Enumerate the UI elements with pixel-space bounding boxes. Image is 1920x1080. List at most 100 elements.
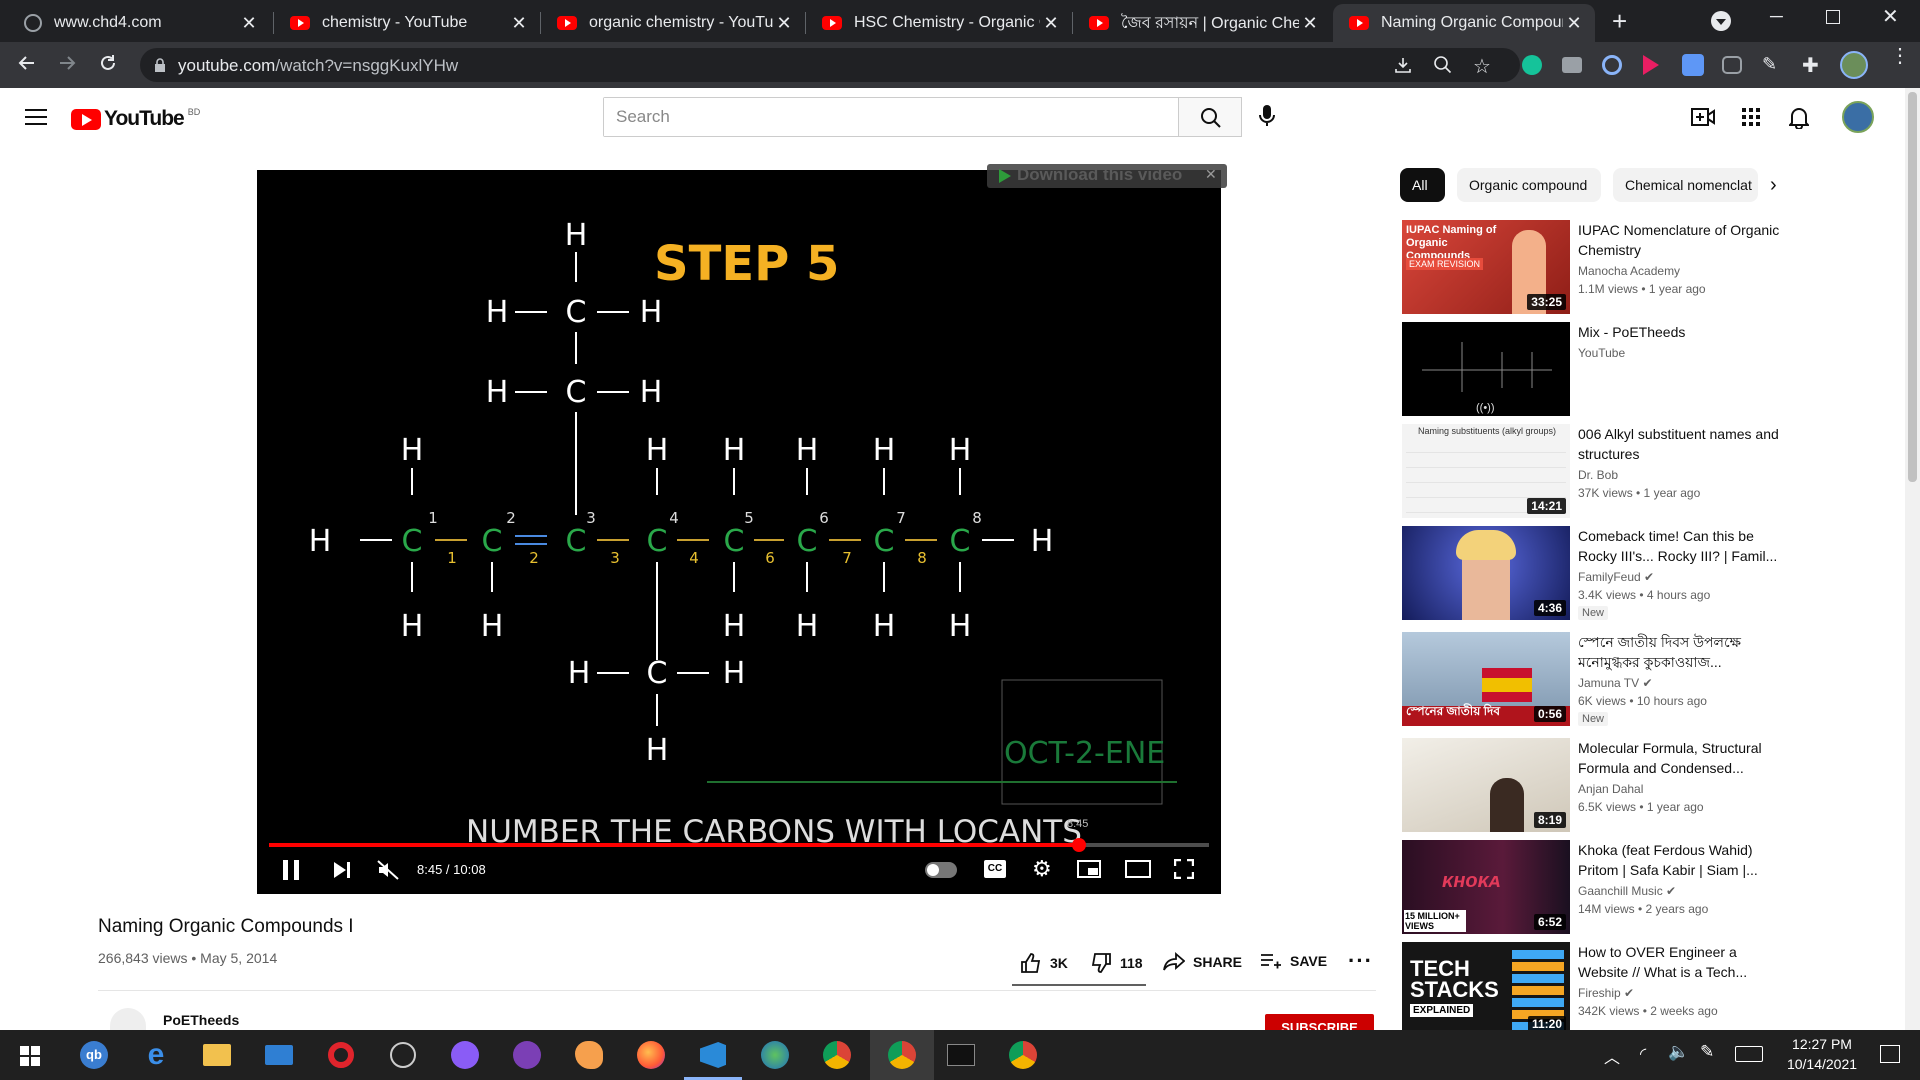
hamburger-menu-icon[interactable] xyxy=(25,109,47,125)
account-avatar[interactable] xyxy=(1842,101,1874,133)
recommendation-item[interactable]: IUPAC Naming of Organic Compounds EXAM R… xyxy=(1402,220,1872,316)
theater-mode-icon[interactable] xyxy=(1125,860,1151,878)
recommendation-item[interactable]: Naming substituents (alkyl groups) 14:21… xyxy=(1402,424,1872,520)
channel-name[interactable]: PoETheeds xyxy=(163,1012,239,1028)
recommendation-item[interactable]: TECH STACKS EXPLAINED 11:20 How to OVER … xyxy=(1402,942,1872,1030)
chip-all[interactable]: All xyxy=(1400,168,1445,202)
taskbar-clock[interactable]: 12:27 PM 10/14/2021 xyxy=(1772,1034,1872,1074)
settings-gear-icon[interactable]: ⚙ xyxy=(1032,858,1052,880)
download-banner-close-icon[interactable]: ✕ xyxy=(1205,166,1217,183)
tab-close-icon[interactable]: ✕ xyxy=(773,13,795,34)
screen-extension-icon[interactable] xyxy=(1722,56,1742,74)
create-video-icon[interactable] xyxy=(1691,106,1715,128)
volume-icon[interactable]: 🔈 xyxy=(1668,1042,1689,1062)
tab-chemistry[interactable]: chemistry - YouTube ✕ xyxy=(274,4,540,42)
tab-close-icon[interactable]: ✕ xyxy=(508,13,530,34)
address-bar[interactable]: youtube.com/watch?v=nsggKuxlYHw ☆ xyxy=(140,48,1520,82)
mail-icon[interactable] xyxy=(262,1038,296,1072)
tab-search-icon[interactable] xyxy=(1711,11,1731,31)
chips-next-icon[interactable]: › xyxy=(1770,174,1777,197)
tab-close-icon[interactable]: ✕ xyxy=(1040,13,1062,34)
chrome-profile-icon[interactable] xyxy=(1006,1038,1040,1072)
closed-captions-icon[interactable]: CC xyxy=(984,860,1006,878)
show-hidden-icons-icon[interactable]: ︿ xyxy=(1604,1044,1620,1068)
back-icon[interactable] xyxy=(16,52,38,74)
notification-center-icon[interactable] xyxy=(1880,1045,1900,1063)
reload-icon[interactable] xyxy=(97,52,119,74)
globe-app-icon[interactable] xyxy=(758,1038,792,1072)
dislike-button[interactable]: 118 xyxy=(1090,952,1143,974)
recommendation-item[interactable]: ᴋʜᴏᴋᴀ 15 MILLION+ VIEWS 6:52 Khoka (feat… xyxy=(1402,840,1872,936)
video-thumbnail[interactable]: IUPAC Naming of Organic Compounds EXAM R… xyxy=(1402,220,1570,314)
autoplay-toggle[interactable] xyxy=(925,862,957,878)
subscribe-button[interactable]: SUBSCRIBE xyxy=(1265,1014,1374,1030)
zoom-icon[interactable] xyxy=(1433,55,1453,75)
muted-volume-icon[interactable] xyxy=(377,860,399,880)
share-button[interactable]: SHARE xyxy=(1163,952,1242,972)
camera-extension-icon[interactable] xyxy=(1562,57,1582,73)
chip-organic-compound[interactable]: Organic compound xyxy=(1457,168,1601,202)
scrollbar-thumb[interactable] xyxy=(1908,92,1917,482)
apps-grid-icon[interactable] xyxy=(1742,108,1760,126)
recommendation-item[interactable]: 8:19 Molecular Formula, Structural Formu… xyxy=(1402,738,1872,834)
video-thumbnail[interactable]: ᴋʜᴏᴋᴀ 15 MILLION+ VIEWS 6:52 xyxy=(1402,840,1570,934)
pen-extension-icon[interactable]: ✎ xyxy=(1762,54,1777,75)
channel-avatar[interactable] xyxy=(110,1008,146,1030)
recommendation-item[interactable]: স্পেনের জাতীয় দিব 0:56 স্পেনে জাতীয় দি… xyxy=(1402,632,1872,728)
opera-icon[interactable] xyxy=(324,1038,358,1072)
browser-menu-icon[interactable]: ⋮ xyxy=(1890,46,1910,66)
tab-naming-organic-active[interactable]: Naming Organic Compound ✕ xyxy=(1333,4,1595,42)
touch-keyboard-icon[interactable] xyxy=(1735,1046,1763,1062)
install-icon[interactable] xyxy=(1393,55,1413,75)
chrome-icon[interactable] xyxy=(820,1038,854,1072)
video-thumbnail[interactable]: TECH STACKS EXPLAINED 11:20 xyxy=(1402,942,1570,1030)
grammarly-extension-icon[interactable] xyxy=(1522,55,1542,75)
search-input[interactable] xyxy=(604,98,1178,136)
notifications-bell-icon[interactable] xyxy=(1789,105,1809,129)
recommendation-item[interactable]: 4:36 Comeback time! Can this be Rocky II… xyxy=(1402,526,1872,622)
miniplayer-icon[interactable] xyxy=(1077,860,1101,878)
extensions-puzzle-icon[interactable]: ✚ xyxy=(1802,53,1819,78)
chrome-active-icon[interactable] xyxy=(885,1038,919,1072)
tab-organic-chemistry[interactable]: organic chemistry - YouTube ✕ xyxy=(541,4,805,42)
minimize-icon[interactable]: ─ xyxy=(1770,6,1783,27)
video-thumbnail[interactable]: 4:36 xyxy=(1402,526,1570,620)
pause-icon[interactable] xyxy=(283,860,299,880)
paint-app-icon[interactable] xyxy=(572,1038,606,1072)
chip-chemical-nomenclature[interactable]: Chemical nomenclat xyxy=(1613,168,1758,202)
bookmark-star-icon[interactable]: ☆ xyxy=(1473,54,1491,79)
search-button[interactable] xyxy=(1178,97,1242,137)
windows-start-icon[interactable] xyxy=(20,1046,40,1066)
microphone-icon[interactable] xyxy=(1258,104,1276,128)
more-actions-icon[interactable]: ··· xyxy=(1348,948,1373,974)
tab-close-icon[interactable]: ✕ xyxy=(238,13,260,34)
download-video-banner[interactable]: Download this video ✕ xyxy=(987,164,1227,188)
profile-avatar[interactable] xyxy=(1840,51,1868,79)
video-thumbnail[interactable]: 8:19 xyxy=(1402,738,1570,832)
fullscreen-icon[interactable] xyxy=(1174,859,1194,879)
video-player[interactable]: H H C H H C H H H H H H H H H H H H H H … xyxy=(257,164,1227,894)
tab-hsc-chemistry[interactable]: HSC Chemistry - Organic Ch ✕ xyxy=(806,4,1072,42)
like-button[interactable]: 3K xyxy=(1020,952,1068,974)
download-extension-icon[interactable] xyxy=(1682,54,1704,76)
tab-close-icon[interactable]: ✕ xyxy=(1563,13,1585,34)
satellite-app-icon[interactable] xyxy=(386,1038,420,1072)
video-thumbnail[interactable]: Naming substituents (alkyl groups) 14:21 xyxy=(1402,424,1570,518)
tab-close-icon[interactable]: ✕ xyxy=(1299,13,1321,34)
file-explorer-icon[interactable] xyxy=(200,1038,234,1072)
new-tab-icon[interactable]: + xyxy=(1612,8,1627,34)
qbittorrent-icon[interactable]: qb xyxy=(77,1038,111,1072)
tab-chd4[interactable]: www.chd4.com ✕ xyxy=(8,4,270,42)
vpn-extension-icon[interactable] xyxy=(1602,55,1622,75)
close-window-icon[interactable]: ✕ xyxy=(1882,4,1899,29)
youtube-logo[interactable]: YouTube BD xyxy=(71,107,200,131)
pen-workspace-icon[interactable]: ✎ xyxy=(1700,1042,1714,1062)
recommendation-item[interactable]: ((•)) Mix - PoETheeds YouTube xyxy=(1402,322,1872,418)
forward-icon[interactable] xyxy=(56,52,78,74)
video-thumbnail[interactable]: ((•)) xyxy=(1402,322,1570,416)
firefox-icon[interactable] xyxy=(634,1038,668,1072)
vscode-icon[interactable] xyxy=(696,1038,730,1072)
terminal-icon[interactable] xyxy=(944,1038,978,1072)
messenger-icon[interactable] xyxy=(448,1038,482,1072)
video-thumbnail[interactable]: স্পেনের জাতীয় দিব 0:56 xyxy=(1402,632,1570,726)
